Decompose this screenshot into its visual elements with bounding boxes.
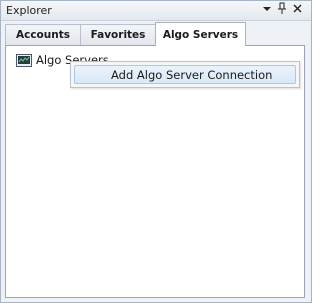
menu-item-label: Add Algo Server Connection — [111, 68, 273, 82]
tab-favorites[interactable]: Favorites — [80, 24, 156, 45]
chevron-down-icon — [263, 7, 271, 11]
tab-accounts[interactable]: Accounts — [5, 24, 81, 45]
server-icon — [16, 54, 32, 67]
tree-view[interactable]: Algo Servers Add Algo Server Connection — [5, 45, 305, 298]
panel-title: Explorer — [6, 4, 52, 17]
close-icon[interactable] — [291, 1, 305, 17]
tab-algo-servers[interactable]: Algo Servers — [155, 22, 246, 46]
panel-titlebar: Explorer — [1, 1, 311, 21]
dropdown-icon[interactable] — [260, 1, 274, 17]
explorer-panel: Explorer Accounts Favorites Algo Servers — [0, 0, 312, 303]
context-menu: Add Algo Server Connection — [70, 61, 300, 88]
pin-icon[interactable] — [275, 1, 289, 17]
add-algo-server-connection-menu-item[interactable]: Add Algo Server Connection — [74, 65, 296, 84]
tab-strip: Accounts Favorites Algo Servers — [1, 21, 311, 46]
